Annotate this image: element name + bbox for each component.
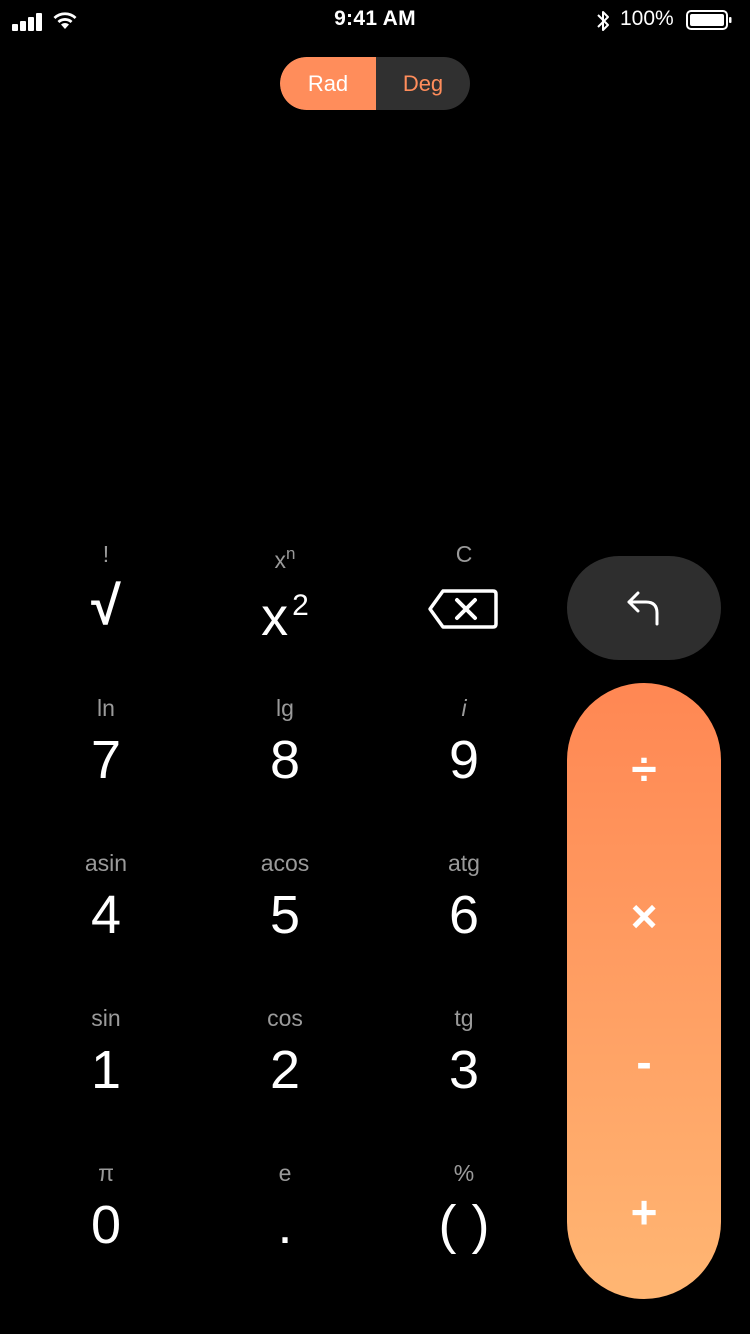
undo-icon bbox=[627, 591, 659, 626]
decimal-key[interactable]: e . bbox=[205, 1159, 365, 1289]
digit-2-label: 2 bbox=[269, 1040, 301, 1100]
digit-4-label: 4 bbox=[90, 885, 122, 945]
angle-mode-toggle: Rad Deg bbox=[280, 57, 470, 110]
digit-1-label: 1 bbox=[90, 1040, 122, 1100]
lg-label: lg bbox=[276, 695, 294, 721]
asin-label: asin bbox=[84, 850, 128, 876]
clear-label: C bbox=[455, 541, 473, 567]
parentheses-label: ( ) bbox=[438, 1195, 490, 1255]
key-1[interactable]: sin 1 bbox=[26, 1004, 186, 1134]
sqrt-key[interactable]: ! √ bbox=[26, 540, 186, 670]
percent-label: % bbox=[453, 1160, 475, 1186]
power-n-label: xn bbox=[205, 540, 365, 574]
key-9[interactable]: i 9 bbox=[384, 694, 544, 824]
square-key[interactable]: xn x2 bbox=[205, 540, 365, 670]
sqrt-label: √ bbox=[91, 576, 121, 636]
battery-percent: 100% bbox=[620, 7, 674, 30]
status-bar: 9:41 AM 100% bbox=[0, 0, 750, 40]
digit-7-label: 7 bbox=[90, 730, 122, 790]
battery-icon bbox=[686, 10, 732, 30]
backspace-icon bbox=[428, 589, 498, 629]
square-exponent: 2 bbox=[292, 589, 309, 622]
key-5[interactable]: acos 5 bbox=[205, 849, 365, 979]
subtract-button[interactable]: - bbox=[567, 1032, 721, 1092]
key-0[interactable]: π 0 bbox=[26, 1159, 186, 1289]
key-6[interactable]: atg 6 bbox=[384, 849, 544, 979]
atg-label: atg bbox=[448, 850, 480, 876]
deg-option[interactable]: Deg bbox=[376, 57, 470, 110]
imaginary-label: i bbox=[461, 695, 467, 721]
acos-label: acos bbox=[260, 850, 310, 876]
operator-panel: ÷ × - + bbox=[567, 683, 721, 1299]
power-n-exponent: n bbox=[286, 544, 296, 563]
pi-label: π bbox=[98, 1160, 114, 1186]
key-2[interactable]: cos 2 bbox=[205, 1004, 365, 1134]
square-base: x bbox=[261, 587, 289, 647]
decimal-point-label: . bbox=[277, 1195, 293, 1255]
ln-label: ln bbox=[97, 695, 115, 721]
digit-3-label: 3 bbox=[448, 1040, 480, 1100]
key-3[interactable]: tg 3 bbox=[384, 1004, 544, 1134]
square-label: x2 bbox=[205, 574, 365, 649]
digit-0-label: 0 bbox=[90, 1195, 122, 1255]
parentheses-key[interactable]: % ( ) bbox=[384, 1159, 544, 1289]
factorial-label: ! bbox=[102, 541, 110, 567]
bluetooth-icon bbox=[597, 11, 609, 31]
key-4[interactable]: asin 4 bbox=[26, 849, 186, 979]
backspace-key[interactable]: C bbox=[384, 540, 544, 670]
add-button[interactable]: + bbox=[567, 1182, 721, 1242]
key-8[interactable]: lg 8 bbox=[205, 694, 365, 824]
divide-button[interactable]: ÷ bbox=[567, 739, 721, 799]
digit-6-label: 6 bbox=[448, 885, 480, 945]
power-n-base: x bbox=[274, 547, 287, 573]
digit-9-label: 9 bbox=[448, 730, 480, 790]
cos-label: cos bbox=[267, 1005, 303, 1031]
sin-label: sin bbox=[91, 1005, 121, 1031]
undo-button[interactable] bbox=[567, 556, 721, 660]
multiply-button[interactable]: × bbox=[567, 886, 721, 946]
digit-5-label: 5 bbox=[269, 885, 301, 945]
key-7[interactable]: ln 7 bbox=[26, 694, 186, 824]
euler-label: e bbox=[278, 1160, 292, 1186]
digit-8-label: 8 bbox=[269, 730, 301, 790]
tg-label: tg bbox=[454, 1005, 474, 1031]
rad-option[interactable]: Rad bbox=[280, 57, 376, 110]
